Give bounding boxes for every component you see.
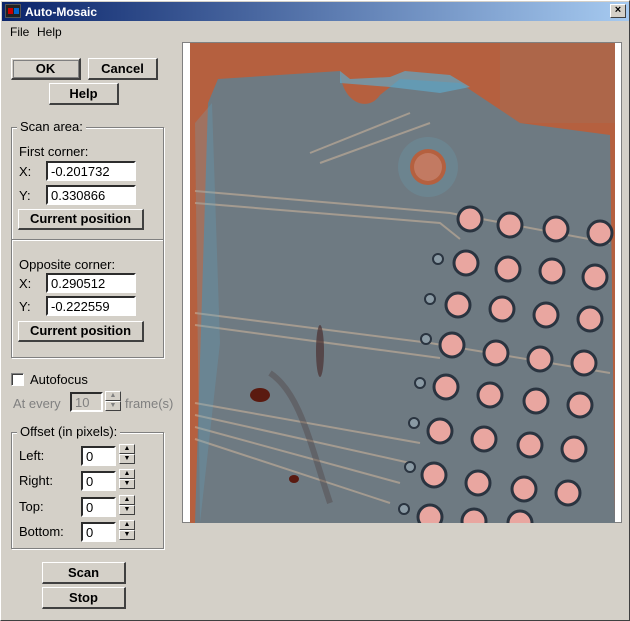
spin-down-icon[interactable]: ▼: [119, 479, 135, 489]
spin-down-icon[interactable]: ▼: [119, 505, 135, 515]
first-corner-label: First corner:: [19, 144, 89, 159]
stop-button[interactable]: Stop: [42, 587, 126, 609]
offset-title: Offset (in pixels):: [17, 424, 121, 439]
offset-bottom-spinner[interactable]: ▲ ▼: [119, 520, 135, 540]
spin-down-icon[interactable]: ▼: [119, 530, 135, 540]
help-button[interactable]: Help: [49, 83, 119, 105]
opposite-current-position-button[interactable]: Current position: [18, 321, 144, 342]
menu-file[interactable]: File: [10, 25, 29, 39]
scan-area-title: Scan area:: [17, 119, 86, 134]
frames-label: frame(s): [125, 396, 174, 411]
auto-mosaic-window: Auto-Mosaic × File Help OK Cancel Help S…: [0, 0, 630, 621]
first-x-field[interactable]: -0.201732: [46, 161, 136, 181]
frames-spinner[interactable]: ▲ ▼: [105, 391, 121, 411]
spin-up-icon[interactable]: ▲: [105, 391, 121, 401]
spin-up-icon[interactable]: ▲: [119, 495, 135, 505]
close-button[interactable]: ×: [610, 4, 626, 18]
window-title: Auto-Mosaic: [25, 5, 97, 19]
menu-bar: File Help: [2, 22, 629, 42]
offset-top-spinner[interactable]: ▲ ▼: [119, 495, 135, 515]
opposite-y-field[interactable]: -0.222559: [46, 296, 136, 316]
spin-up-icon[interactable]: ▲: [119, 469, 135, 479]
first-current-position-button[interactable]: Current position: [18, 209, 144, 230]
first-y-field[interactable]: 0.330866: [46, 185, 136, 205]
autofocus-checkbox[interactable]: [11, 373, 24, 386]
scan-button[interactable]: Scan: [42, 562, 126, 584]
opposite-corner-label: Opposite corner:: [19, 257, 116, 272]
opposite-x-label: X:: [19, 276, 32, 291]
mosaic-preview-image: [190, 43, 615, 523]
offset-right-label: Right:: [19, 473, 53, 488]
menu-help[interactable]: Help: [37, 25, 62, 39]
offset-top-label: Top:: [19, 499, 44, 514]
first-x-label: X:: [19, 164, 32, 179]
autofocus-label: Autofocus: [30, 372, 88, 387]
offset-left-field[interactable]: 0: [81, 446, 116, 466]
offset-right-spinner[interactable]: ▲ ▼: [119, 469, 135, 489]
offset-bottom-label: Bottom:: [19, 524, 64, 539]
opposite-y-label: Y:: [19, 299, 31, 314]
at-every-label: At every: [13, 396, 61, 411]
first-y-label: Y:: [19, 188, 31, 203]
title-bar: Auto-Mosaic ×: [2, 2, 629, 21]
app-icon: [5, 4, 21, 18]
cancel-button[interactable]: Cancel: [88, 58, 158, 80]
spin-down-icon[interactable]: ▼: [119, 454, 135, 464]
offset-left-spinner[interactable]: ▲ ▼: [119, 444, 135, 464]
opposite-x-field[interactable]: 0.290512: [46, 273, 136, 293]
offset-top-field[interactable]: 0: [81, 497, 116, 517]
mosaic-preview-panel[interactable]: [182, 42, 622, 523]
spin-up-icon[interactable]: ▲: [119, 444, 135, 454]
offset-left-label: Left:: [19, 448, 45, 463]
frames-field[interactable]: 10: [70, 392, 103, 412]
spin-up-icon[interactable]: ▲: [119, 520, 135, 530]
scan-area-divider: [12, 239, 163, 241]
spin-down-icon[interactable]: ▼: [105, 401, 121, 411]
offset-right-field[interactable]: 0: [81, 471, 116, 491]
offset-bottom-field[interactable]: 0: [81, 522, 116, 542]
ok-button[interactable]: OK: [11, 58, 81, 80]
